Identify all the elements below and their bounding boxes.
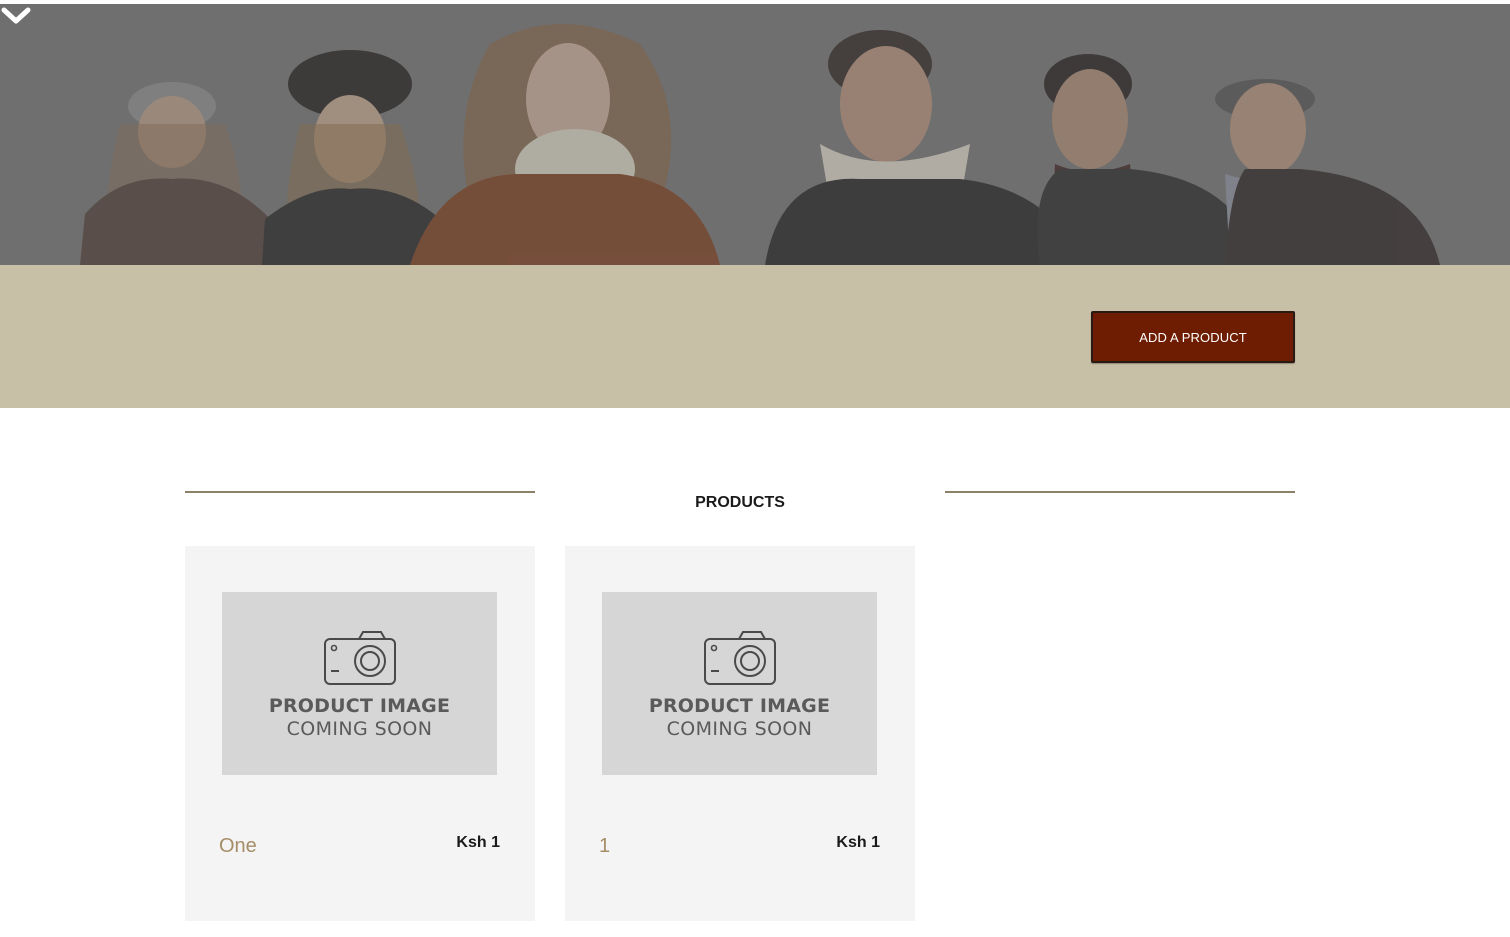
placeholder-subtitle: COMING SOON [666, 718, 813, 740]
chevron-down-icon[interactable] [0, 4, 32, 28]
product-card[interactable]: PRODUCT IMAGE COMING SOON 1 Ksh 1 [565, 546, 915, 921]
product-image-placeholder[interactable]: PRODUCT IMAGE COMING SOON [222, 592, 497, 775]
camera-icon [704, 631, 776, 685]
placeholder-title: PRODUCT IMAGE [648, 695, 831, 717]
product-name[interactable]: 1 [599, 835, 610, 858]
product-name[interactable]: One [219, 835, 257, 858]
section-divider-right [945, 491, 1295, 493]
placeholder-subtitle: COMING SOON [286, 718, 433, 740]
hero-people-image [0, 4, 1510, 265]
product-price: Ksh 1 [836, 834, 880, 851]
product-card[interactable]: PRODUCT IMAGE COMING SOON One Ksh 1 [185, 546, 535, 921]
hero-banner [0, 4, 1510, 265]
add-product-button[interactable]: ADD A PRODUCT [1091, 311, 1295, 363]
camera-icon [324, 631, 396, 685]
product-price: Ksh 1 [456, 834, 500, 851]
section-title: PRODUCTS [695, 494, 785, 511]
placeholder-title: PRODUCT IMAGE [268, 695, 451, 717]
product-image-placeholder[interactable]: PRODUCT IMAGE COMING SOON [602, 592, 877, 775]
section-divider-left [185, 491, 535, 493]
